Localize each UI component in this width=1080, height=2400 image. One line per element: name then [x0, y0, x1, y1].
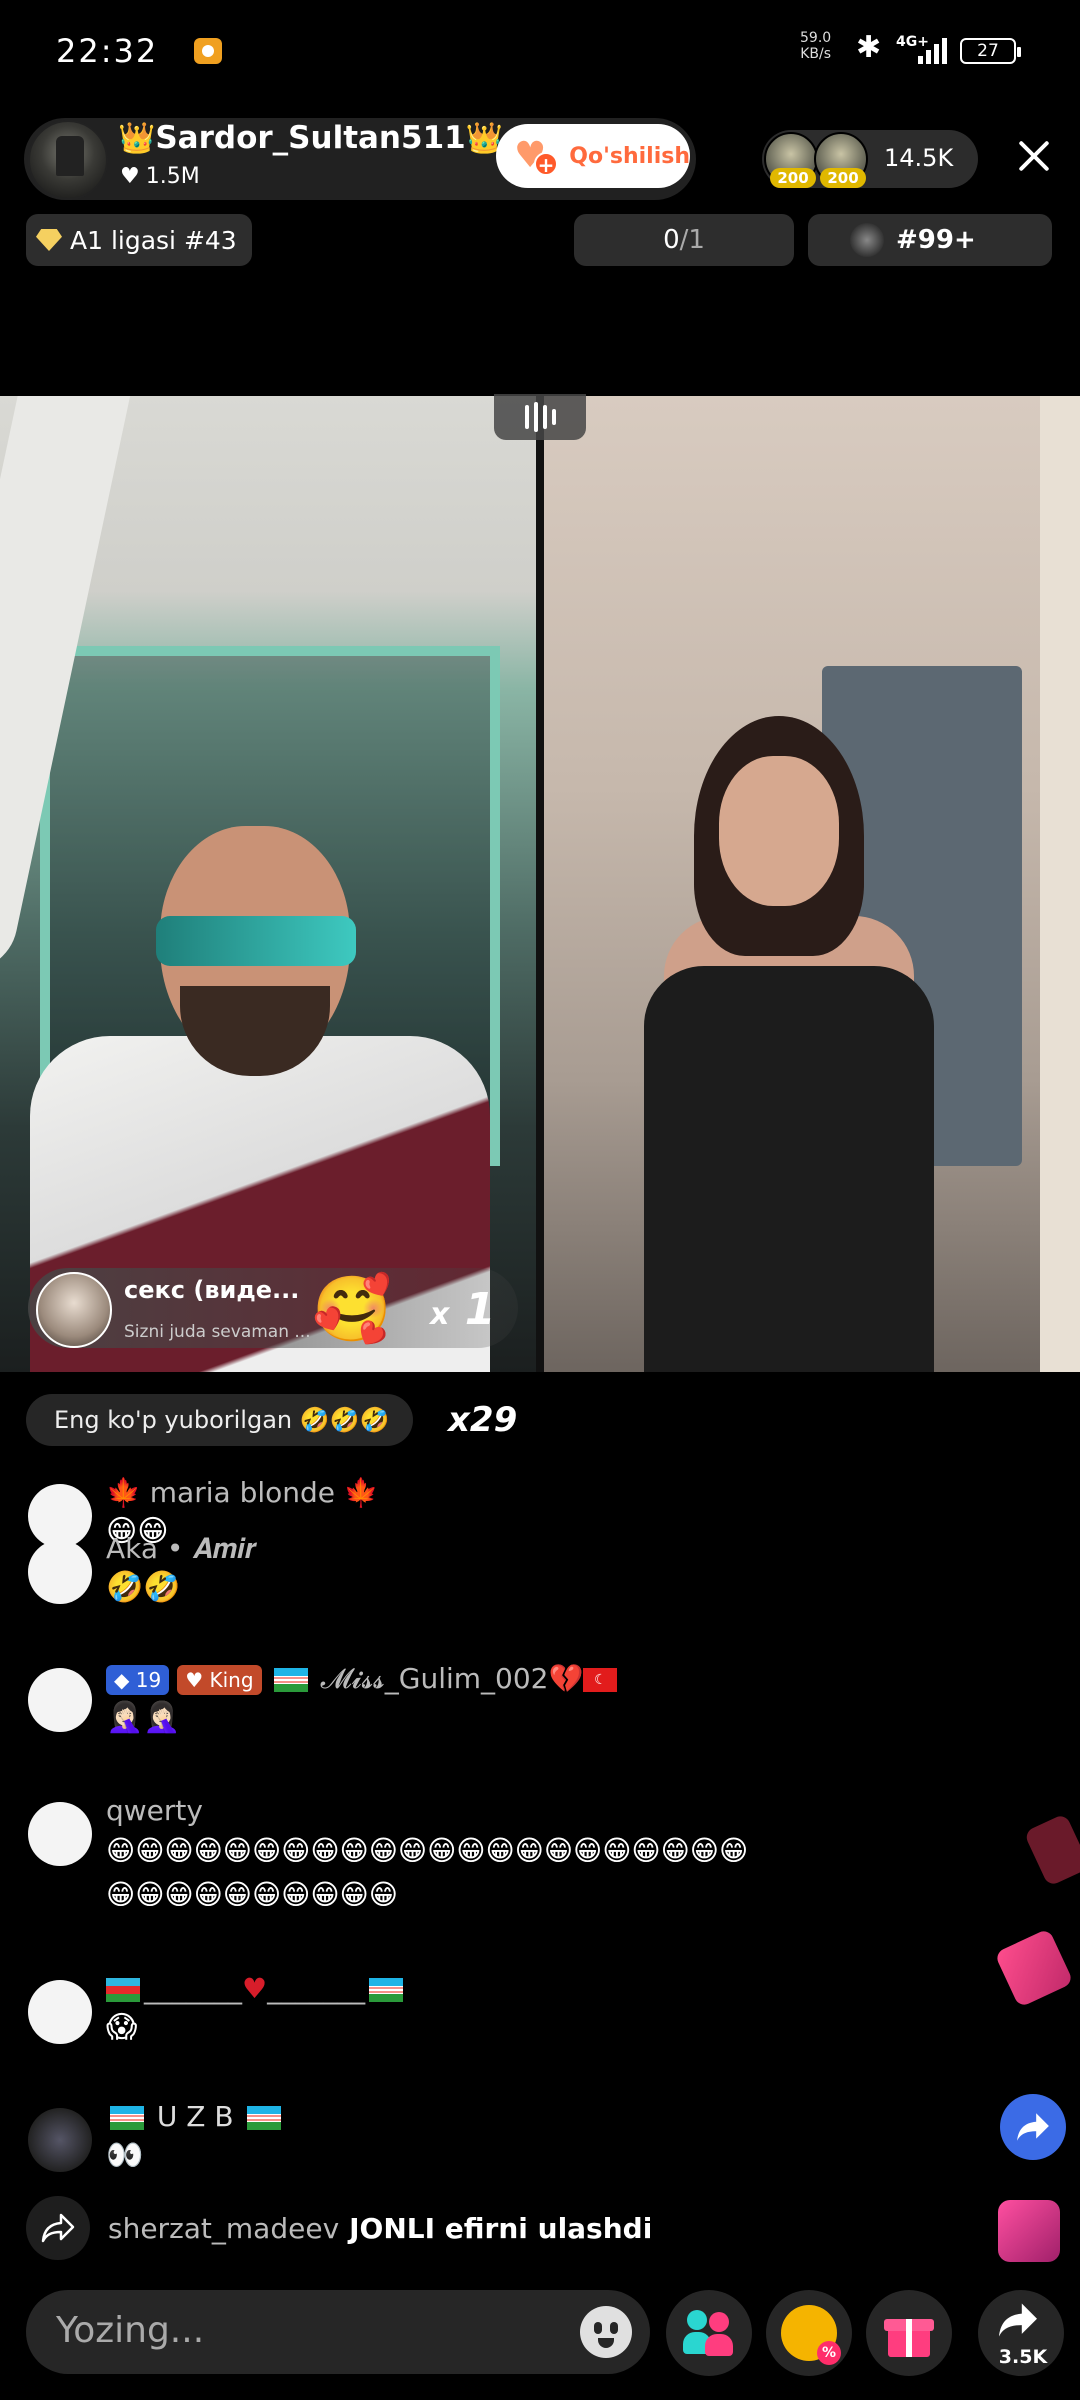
most-sent-banner: Eng ko'p yuborilgan 🤣🤣🤣 — [26, 1394, 414, 1446]
join-username[interactable]: sherzat_madeev — [108, 2212, 339, 2245]
follow-button[interactable]: ♥ + Qo'shilish — [496, 124, 690, 188]
share-icon — [26, 2196, 90, 2260]
viewer-count[interactable]: 14.5K — [884, 144, 953, 172]
split-handle-icon[interactable] — [494, 394, 586, 440]
chat-avatar[interactable] — [28, 1802, 92, 1866]
chat-message: 🤦🏻‍♀️🤦🏻‍♀️ — [106, 1700, 181, 1735]
guest-camera-feed[interactable] — [544, 396, 1080, 1372]
gift-count: x 1 — [430, 1284, 496, 1335]
chat-username[interactable]: _______♥_______ — [106, 1972, 407, 2005]
most-sent-count: x29 — [448, 1400, 518, 1440]
heart-icon: ♥ — [120, 164, 140, 189]
share-notification: sherzat_madeev JONLI efirni ulashdi — [26, 2196, 652, 2260]
battle-score[interactable]: 0/1 — [574, 214, 794, 266]
azerbaijan-flag-icon — [106, 1978, 140, 2002]
chat-avatar[interactable] — [28, 1668, 92, 1732]
crown-icon: 👑 — [118, 120, 156, 156]
host-avatar[interactable] — [28, 120, 108, 200]
promo-button[interactable] — [766, 2290, 852, 2376]
uzbekistan-flag-icon — [273, 1668, 308, 1692]
share-arrow-icon — [996, 2296, 1040, 2350]
chat-message: 😱 — [106, 2010, 138, 2045]
gift-name: Sizni juda sevaman ... — [124, 1322, 311, 1342]
host-camera-feed[interactable] — [0, 396, 536, 1372]
viewer-badge: 200 — [770, 168, 816, 188]
king-badge: ♥ King — [177, 1665, 262, 1695]
chat-username[interactable]: Aka • 𝑨𝒎𝒊𝒓 — [106, 1532, 257, 1566]
chat-message: 👀 — [106, 2138, 144, 2173]
share-count: 3.5K — [998, 2346, 1048, 2368]
gift-sender-name: секс (виде... — [124, 1276, 300, 1304]
uzbekistan-flag-icon — [110, 2106, 144, 2130]
uzbekistan-flag-icon — [246, 2106, 281, 2130]
ticket-icon[interactable] — [1023, 1813, 1080, 1887]
bluetooth-icon: ✱ — [856, 30, 882, 65]
network-speed: 59.0 KB/s — [800, 30, 832, 62]
league-badge[interactable]: A1 ligasi #43 — [26, 214, 252, 266]
promo-coin-icon — [781, 2305, 841, 2365]
guests-icon — [683, 2310, 735, 2356]
turkey-flag-icon: ☾ — [583, 1668, 618, 1692]
guests-button[interactable] — [666, 2290, 752, 2376]
gift-heart-icon: 🥰 — [312, 1273, 392, 1347]
signal-icon — [918, 36, 947, 64]
gift-box-icon[interactable] — [998, 2200, 1060, 2262]
chat-message: 😁😁😁😁😁😁😁😁😁😁 — [106, 1878, 398, 1911]
gift-icon — [884, 2309, 934, 2357]
heart-icon: ♥ — [242, 1972, 268, 2005]
rank-avatar — [850, 223, 884, 257]
status-bar: 22:32 59.0 KB/s ✱ 4G+ 27 — [0, 0, 1080, 100]
uzbekistan-flag-icon — [369, 1978, 404, 2002]
clock: 22:32 — [56, 32, 159, 70]
close-icon[interactable] — [1012, 134, 1056, 178]
maple-leaf-icon: 🍁 — [106, 1476, 141, 1509]
host-name-row[interactable]: 👑 Sardor_Sultan511 👑 — [118, 120, 503, 156]
chat-username[interactable]: qwerty — [106, 1794, 203, 1827]
viewer-badge: 200 — [820, 168, 866, 188]
chat-username[interactable]: 🍁 maria blonde 🍁 — [106, 1476, 379, 1509]
chat-avatar[interactable] — [28, 1980, 92, 2044]
level-badge: ◆ 19 — [106, 1665, 170, 1695]
join-text: JONLI efirni ulashdi — [349, 2211, 653, 2245]
chat-avatar[interactable] — [28, 1484, 92, 1548]
emoji-icon[interactable] — [580, 2306, 632, 2358]
host-likes: ♥ 1.5M — [120, 164, 200, 189]
ticket-icon[interactable] — [994, 1928, 1074, 2008]
gift-sender-avatar[interactable] — [36, 1272, 112, 1348]
chat-message: 🤣🤣 — [106, 1570, 181, 1605]
screen-record-icon — [194, 38, 222, 64]
chat-avatar[interactable] — [28, 2108, 92, 2172]
chat-username[interactable]: U Z B — [106, 2100, 285, 2133]
split-divider — [536, 396, 544, 1372]
broken-heart-icon: 💔 — [548, 1662, 584, 1695]
chat-avatar[interactable] — [28, 1540, 92, 1604]
live-video-area[interactable] — [0, 394, 1080, 1372]
comment-placeholder[interactable]: Yozing... — [56, 2310, 204, 2351]
chat-message: 😁😁😁😁😁😁😁😁😁😁😁😁😁😁😁😁😁😁😁😁😁😁 — [106, 1834, 749, 1867]
diamond-icon — [36, 229, 62, 251]
host-name: Sardor_Sultan511 — [155, 120, 466, 156]
follow-heart-icon: ♥ + — [514, 134, 561, 178]
battery-icon: 27 — [960, 38, 1021, 64]
share-icon[interactable] — [1000, 2094, 1066, 2160]
gift-button[interactable] — [866, 2290, 952, 2376]
chat-username[interactable]: ◆ 19 ♥ King 𝓜𝓲𝓼𝓼_Gulim_002💔 ☾ — [106, 1662, 618, 1696]
rank-badge[interactable]: #99+ — [808, 214, 1052, 266]
maple-leaf-icon: 🍁 — [343, 1476, 379, 1509]
